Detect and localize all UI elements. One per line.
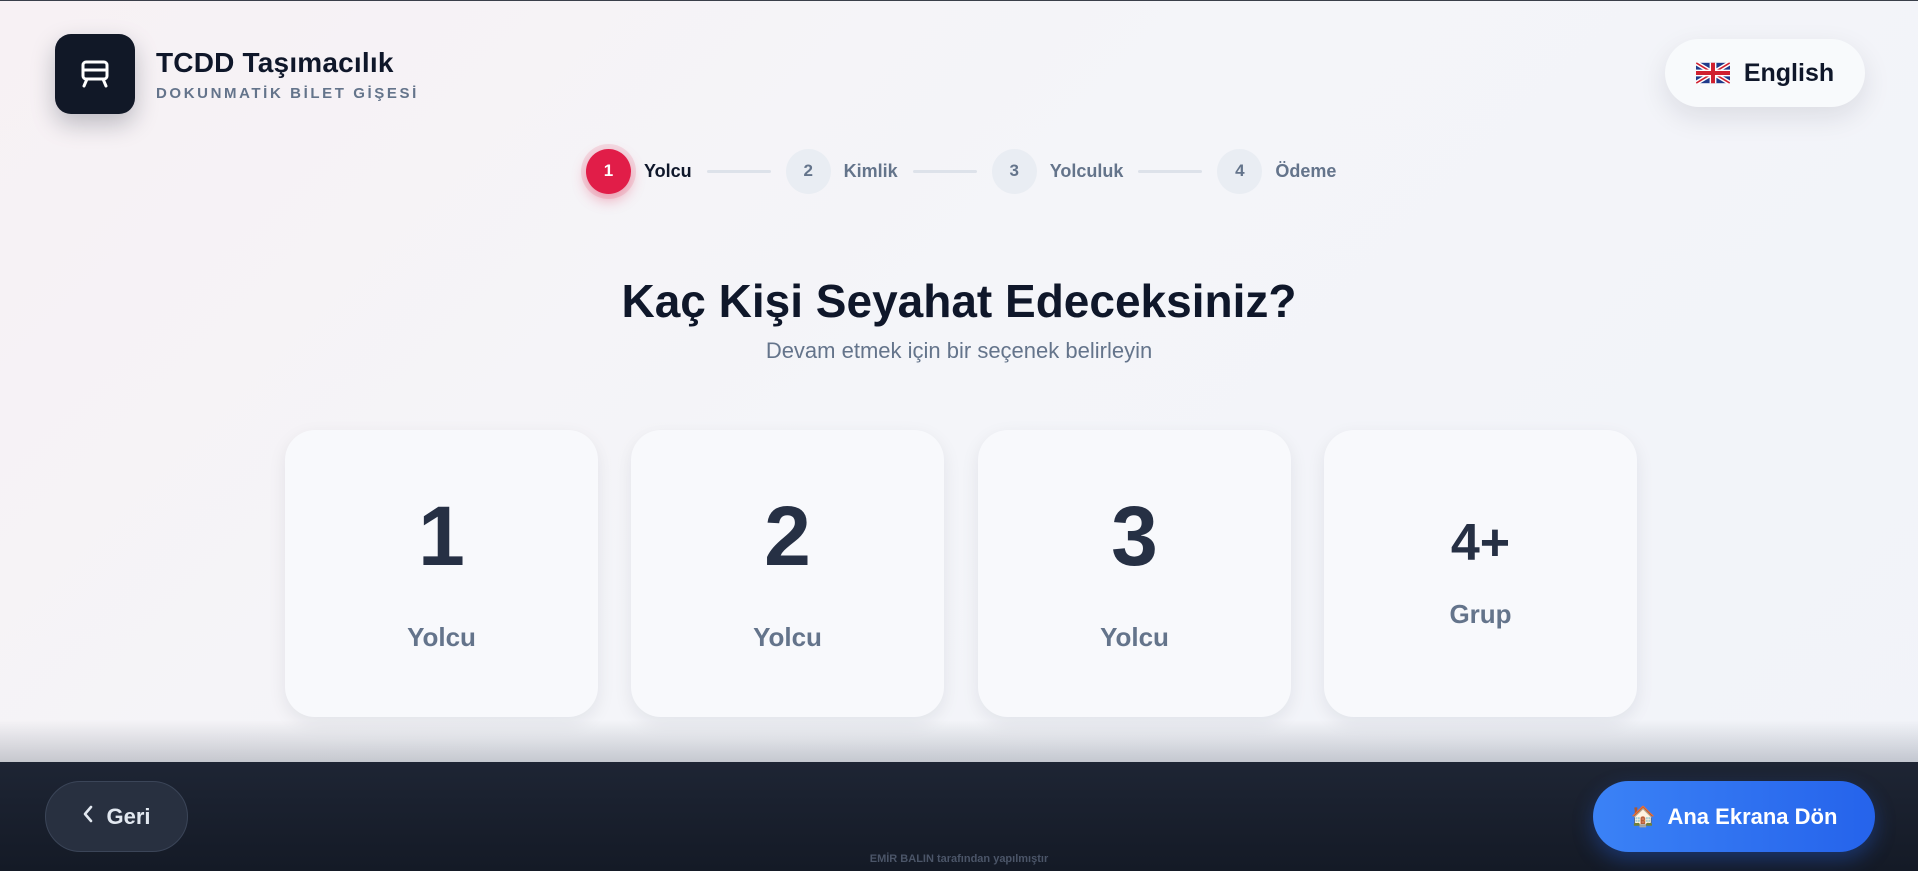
- group-option[interactable]: 4+ Grup: [1324, 430, 1637, 717]
- uk-flag-icon: [1695, 62, 1730, 84]
- step-number: 2: [785, 148, 831, 194]
- option-value: 4+: [1450, 514, 1511, 572]
- step-label: Ödeme: [1275, 160, 1337, 181]
- page-subtitle: Devam etmek için bir seçenek belirleyin: [765, 338, 1153, 363]
- option-value: 2: [764, 489, 811, 583]
- step-journey: 3 Yolculuk: [991, 148, 1124, 194]
- step-number: 3: [991, 148, 1037, 194]
- back-label: Geri: [106, 803, 151, 829]
- step-connector: [706, 169, 771, 173]
- step-connector: [912, 169, 977, 173]
- credit-text: EMİR BALIN tarafından yapılmıştır: [869, 853, 1049, 865]
- step-number: 1: [586, 148, 631, 194]
- option-value: 1: [418, 489, 465, 583]
- passenger-option-3[interactable]: 3 Yolcu: [978, 430, 1291, 717]
- home-button[interactable]: 🏠 Ana Ekrana Dön: [1593, 781, 1875, 852]
- page-title: Kaç Kişi Seyahat Edeceksiniz?: [621, 275, 1297, 327]
- option-label: Yolcu: [1100, 622, 1169, 652]
- step-payment: 4 Ödeme: [1217, 148, 1337, 194]
- step-label: Yolculuk: [1049, 160, 1124, 181]
- train-icon: [55, 34, 135, 114]
- progress-stepper: 1 Yolcu 2 Kimlik 3 Yolculuk 4 Ödeme: [586, 148, 1336, 194]
- brand: TCDD Taşımacılık DOKUNMATİK BİLET GİŞESİ: [55, 34, 419, 114]
- bottom-bar-shadow: [0, 720, 1918, 762]
- passenger-option-2[interactable]: 2 Yolcu: [631, 430, 944, 717]
- back-button[interactable]: Geri: [45, 781, 188, 852]
- language-label: English: [1743, 58, 1835, 87]
- passenger-option-1[interactable]: 1 Yolcu: [285, 430, 598, 717]
- step-identity: 2 Kimlik: [785, 148, 898, 194]
- step-label: Yolcu: [644, 160, 692, 181]
- home-label: Ana Ekrana Dön: [1667, 803, 1838, 829]
- app-title: TCDD Taşımacılık: [156, 46, 394, 78]
- language-button[interactable]: English: [1665, 39, 1865, 107]
- step-number: 4: [1217, 148, 1263, 194]
- step-connector: [1138, 169, 1203, 173]
- app-subtitle: DOKUNMATİK BİLET GİŞESİ: [156, 84, 419, 102]
- option-label: Yolcu: [407, 622, 476, 652]
- chevron-left-icon: [82, 805, 94, 828]
- house-icon: 🏠: [1630, 806, 1656, 828]
- step-passenger: 1 Yolcu: [586, 148, 692, 194]
- option-value: 3: [1111, 489, 1158, 583]
- step-label: Kimlik: [843, 160, 898, 181]
- option-label: Grup: [1449, 599, 1512, 629]
- option-label: Yolcu: [753, 622, 822, 652]
- top-border: [0, 0, 1918, 1]
